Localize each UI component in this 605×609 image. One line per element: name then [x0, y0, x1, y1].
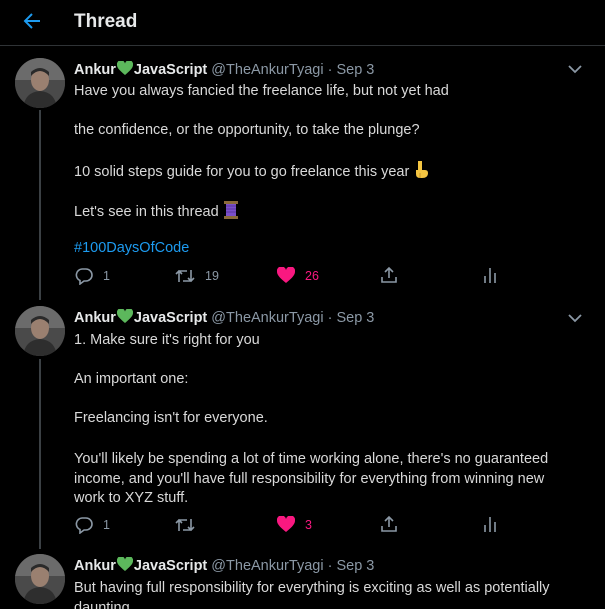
reply-icon: [75, 517, 93, 534]
separator: ·: [327, 558, 333, 574]
avatar[interactable]: [15, 554, 65, 604]
tweet-text-line: An important one:: [74, 371, 189, 387]
tweet-date[interactable]: Sep 3: [336, 62, 374, 78]
tweet[interactable]: Ankur JavaScript @TheAnkurTyagi · Sep 3 1…: [0, 300, 605, 548]
tweet-text-line: 1. Make sure it's right for you: [74, 332, 260, 348]
tweet-text-line: Freelancing isn't for everyone.: [74, 410, 268, 426]
like-button[interactable]: 3: [277, 516, 312, 533]
tweet-text-line: the confidence, or the opportunity, to t…: [74, 122, 420, 138]
hashtag-link[interactable]: #100DaysOfCode: [74, 240, 189, 256]
analytics-icon: [484, 517, 496, 532]
tweet-header: Ankur JavaScript @TheAnkurTyagi · Sep 3: [74, 557, 374, 574]
thread-spool-icon: [223, 201, 238, 219]
author-name-suffix[interactable]: JavaScript: [134, 62, 207, 78]
tweet-date[interactable]: Sep 3: [336, 310, 374, 326]
tweet-date[interactable]: Sep 3: [336, 558, 374, 574]
author-name-suffix[interactable]: JavaScript: [134, 310, 207, 326]
analytics-icon: [484, 268, 496, 283]
analytics-button[interactable]: [482, 266, 508, 284]
separator: ·: [327, 62, 333, 78]
like-count: 26: [305, 268, 319, 283]
like-icon: [277, 267, 295, 283]
pointing-down-icon: [416, 161, 429, 178]
tweet-text-paragraph: But having full responsibility for every…: [74, 580, 550, 609]
tweet-text: 10 solid steps guide for you to go freel…: [74, 164, 410, 180]
retweet-icon: [175, 518, 195, 532]
tweet[interactable]: Ankur JavaScript @TheAnkurTyagi · Sep 3 B…: [0, 548, 605, 609]
author-handle[interactable]: @TheAnkurTyagi: [211, 558, 323, 574]
green-heart-icon: [116, 61, 133, 75]
avatar[interactable]: [15, 306, 65, 356]
tweet-text: Let's see in this thread: [74, 204, 219, 220]
retweet-button[interactable]: 19: [175, 267, 219, 285]
reply-count: 1: [103, 518, 110, 532]
like-count: 3: [305, 517, 312, 532]
share-button[interactable]: [380, 266, 408, 284]
author-name[interactable]: Ankur: [74, 558, 116, 574]
tweet-text-line: Have you always fancied the freelance li…: [74, 83, 449, 99]
tweet-header: Ankur JavaScript @TheAnkurTyagi · Sep 3: [74, 309, 374, 326]
share-icon: [381, 266, 397, 283]
author-handle[interactable]: @TheAnkurTyagi: [211, 62, 323, 78]
tweet-text-line-with-emoji: Let's see in this thread: [74, 201, 239, 220]
like-button[interactable]: 26: [277, 267, 319, 284]
analytics-button[interactable]: [482, 515, 508, 533]
reply-count: 1: [103, 269, 110, 283]
author-name[interactable]: Ankur: [74, 62, 116, 78]
chevron-down-icon[interactable]: [568, 313, 582, 323]
tweet[interactable]: Ankur JavaScript @TheAnkurTyagi · Sep 3 H…: [0, 0, 605, 300]
tweet-text-line-with-emoji: 10 solid steps guide for you to go freel…: [74, 161, 429, 180]
reply-icon: [75, 268, 93, 285]
green-heart-icon: [116, 557, 133, 571]
share-icon: [381, 515, 397, 532]
share-button[interactable]: [380, 515, 408, 533]
retweet-button[interactable]: [175, 516, 205, 534]
reply-button[interactable]: 1: [75, 267, 110, 285]
author-name-suffix[interactable]: JavaScript: [134, 558, 207, 574]
green-heart-icon: [116, 309, 133, 323]
separator: ·: [327, 310, 333, 326]
reply-button[interactable]: 1: [75, 516, 110, 534]
author-name[interactable]: Ankur: [74, 310, 116, 326]
avatar[interactable]: [15, 58, 65, 108]
retweet-count: 19: [205, 269, 219, 283]
tweet-header: Ankur JavaScript @TheAnkurTyagi · Sep 3: [74, 61, 374, 78]
like-icon: [277, 516, 295, 532]
tweet-text-paragraph: You'll likely be spending a lot of time …: [74, 451, 549, 506]
retweet-icon: [175, 269, 195, 283]
author-handle[interactable]: @TheAnkurTyagi: [211, 310, 323, 326]
chevron-down-icon[interactable]: [568, 64, 582, 74]
